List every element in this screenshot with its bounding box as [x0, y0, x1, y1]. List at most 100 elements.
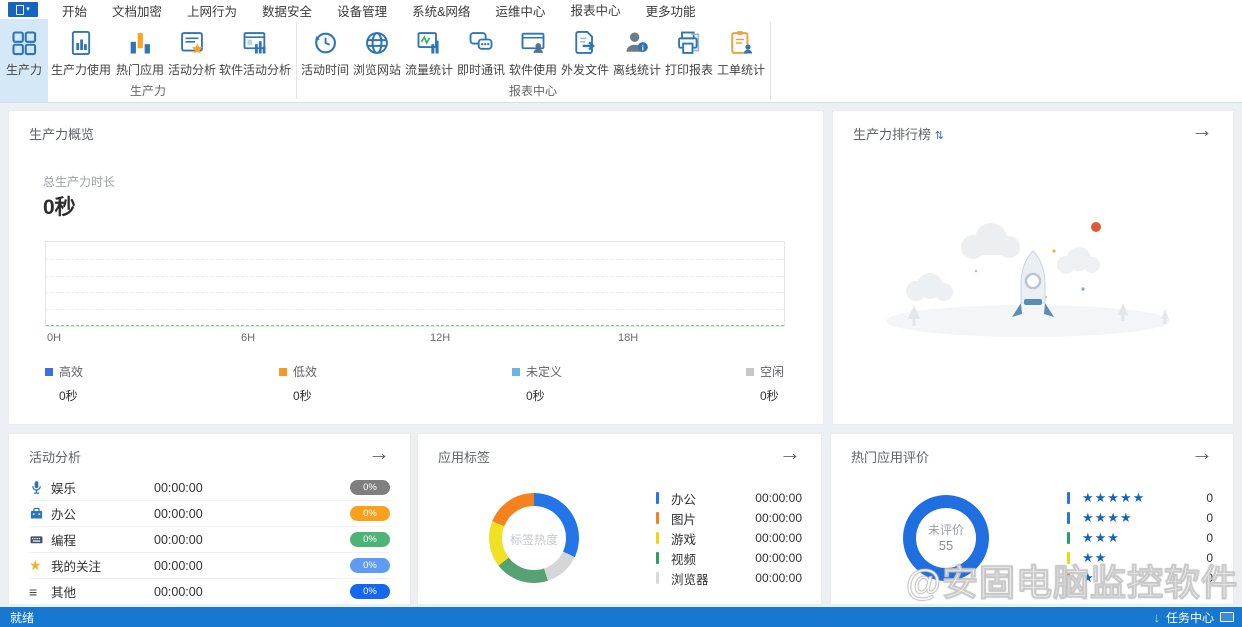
empty-state-rocket-illustration: [878, 199, 1188, 349]
legend-item-efficient: 高效 0秒: [45, 363, 83, 404]
tab-device-mgmt[interactable]: 设备管理: [336, 0, 388, 21]
x-tick: 12H: [430, 332, 450, 344]
ribbon-group-separator: [770, 22, 771, 99]
ribbon-item-label: 流量统计: [404, 61, 454, 78]
tag-donut: 标签热度: [489, 493, 579, 583]
legend-swatch: [45, 368, 53, 376]
legend-tick: [1067, 512, 1070, 524]
x-axis-ticks: 0H 6H 12H 18H: [45, 332, 785, 346]
rating-donut: 未评价 55: [903, 495, 989, 581]
doc-chart-icon: [65, 27, 97, 59]
legend-tick: [656, 532, 659, 544]
arrow-link-icon[interactable]: →: [1191, 440, 1213, 466]
panel-hot-app-ratings: 热门应用评价 → 未评价 55 ★★★★★0 ★★★★0 ★★★0 ★★0: [830, 433, 1234, 605]
tab-system-network[interactable]: 系统&网络: [411, 0, 471, 21]
activity-label: 办公: [51, 504, 76, 523]
rating-row-1: ★0: [1067, 568, 1213, 588]
ribbon-item-label: 浏览网站: [352, 61, 402, 78]
task-center-button[interactable]: 任务中心: [1166, 609, 1214, 626]
ribbon: 生产力 生产力使用 热门应用 活动分析 软件活动分析: [0, 19, 1242, 103]
app-menu-button[interactable]: ▾: [8, 2, 38, 17]
legend-value: 0秒: [293, 387, 317, 404]
sort-icon[interactable]: ⇅: [935, 130, 944, 142]
legend-swatch: [279, 368, 287, 376]
ribbon-item-label: 软件使用: [508, 61, 558, 78]
activity-row-office[interactable]: 办公 00:00:00 0%: [29, 501, 390, 527]
legend-tick: [656, 572, 659, 584]
activity-time: 00:00:00: [154, 533, 203, 547]
microphone-icon: [29, 480, 51, 495]
arrow-link-icon[interactable]: →: [779, 440, 801, 466]
activity-time: 00:00:00: [154, 585, 203, 599]
ribbon-item-label: 软件活动分析: [218, 61, 292, 78]
tab-data-security[interactable]: 数据安全: [261, 0, 313, 21]
panel-title: 活动分析: [29, 447, 81, 466]
bar-chart-icon: [124, 27, 156, 59]
ribbon-item-label: 工单统计: [716, 61, 766, 78]
donut-center-label: 未评价: [903, 521, 989, 538]
menu-icon: ≡: [29, 584, 51, 600]
activity-label: 其他: [51, 582, 76, 601]
rating-row-5: ★★★★★0: [1067, 488, 1213, 508]
panel-app-tags: 应用标签 → 标签热度 办公00:00:00 图片00:00:00 游戏00:0…: [417, 433, 822, 605]
ribbon-item-label: 生产力: [0, 61, 48, 78]
status-bar: 就绪 ↓ 任务中心: [0, 607, 1242, 627]
legend-label: 空闲: [760, 365, 784, 379]
tab-ops-center[interactable]: 运维中心: [494, 0, 546, 21]
gridline: [46, 292, 784, 293]
menu-tab-bar: ▾ 开始 文档加密 上网行为 数据安全 设备管理 系统&网络 运维中心 报表中心…: [0, 0, 1242, 19]
activity-row-other[interactable]: ≡ 其他 00:00:00 0%: [29, 579, 390, 605]
stars-1: ★: [1082, 570, 1095, 586]
gridline: [46, 276, 784, 277]
panel-activity-analysis: 活动分析 → 娱乐 00:00:00 0% 办公 00:00:00 0% 编程: [8, 433, 411, 605]
gridline: [46, 259, 784, 260]
arrow-link-icon[interactable]: →: [368, 440, 390, 466]
activity-rows: 娱乐 00:00:00 0% 办公 00:00:00 0% 编程 00:00:0…: [29, 475, 390, 605]
chat-icon: [465, 27, 497, 59]
rating-row-2: ★★0: [1067, 548, 1213, 568]
traffic-chart-icon: [413, 27, 445, 59]
productivity-timeline-chart: [45, 241, 785, 327]
activity-label: 我的关注: [51, 556, 101, 575]
tag-row-video: 视频00:00:00: [656, 548, 802, 568]
activity-time: 00:00:00: [154, 507, 203, 521]
ribbon-group-label-productivity: 生产力: [0, 82, 296, 99]
tab-start[interactable]: 开始: [61, 0, 88, 21]
arrow-link-icon[interactable]: →: [1191, 117, 1213, 143]
legend-item-undefined: 未定义 0秒: [512, 363, 562, 404]
total-productivity-value: 0秒: [43, 191, 76, 221]
stars-5: ★★★★★: [1082, 490, 1145, 506]
legend-tick: [656, 512, 659, 524]
activity-label: 娱乐: [51, 478, 76, 497]
activity-percent-badge: 0%: [350, 506, 390, 521]
monitor-icon[interactable]: [1220, 612, 1234, 622]
clipboard-user-icon: [725, 27, 757, 59]
x-tick: 6H: [241, 332, 255, 344]
clock-history-icon: [309, 27, 341, 59]
activity-row-entertainment[interactable]: 娱乐 00:00:00 0%: [29, 475, 390, 501]
tab-web-behavior[interactable]: 上网行为: [186, 0, 238, 21]
ribbon-group-separator: [296, 22, 297, 99]
briefcase-icon: [29, 506, 51, 521]
activity-row-my-focus[interactable]: ★ 我的关注 00:00:00 0%: [29, 553, 390, 579]
rating-legend: ★★★★★0 ★★★★0 ★★★0 ★★0 ★0: [1067, 488, 1213, 588]
ribbon-item-label: 外发文件: [560, 61, 610, 78]
dropdown-caret-icon: ▾: [26, 6, 30, 13]
legend-value: 0秒: [760, 387, 784, 404]
printer-icon: [673, 27, 705, 59]
panel-title: 应用标签: [438, 447, 490, 466]
activity-row-programming[interactable]: 编程 00:00:00 0%: [29, 527, 390, 553]
grid-icon: [8, 27, 40, 59]
content-area: 生产力概览 总生产力时长 0秒 0H 6H 12H 18H 高效 0秒: [0, 103, 1242, 607]
legend-swatch: [512, 368, 520, 376]
tab-doc-encrypt[interactable]: 文档加密: [111, 0, 163, 21]
download-arrow-icon: ↓: [1153, 610, 1160, 625]
panel-title: 生产力排行榜 ⇅: [853, 124, 944, 143]
activity-percent-badge: 0%: [350, 584, 390, 599]
x-tick: 0H: [47, 332, 61, 344]
activity-label: 编程: [51, 530, 76, 549]
legend-value: 0秒: [526, 387, 562, 404]
legend-tick: [1067, 552, 1070, 564]
tab-more[interactable]: 更多功能: [644, 0, 696, 21]
panel-productivity-overview: 生产力概览 总生产力时长 0秒 0H 6H 12H 18H 高效 0秒: [8, 110, 824, 425]
